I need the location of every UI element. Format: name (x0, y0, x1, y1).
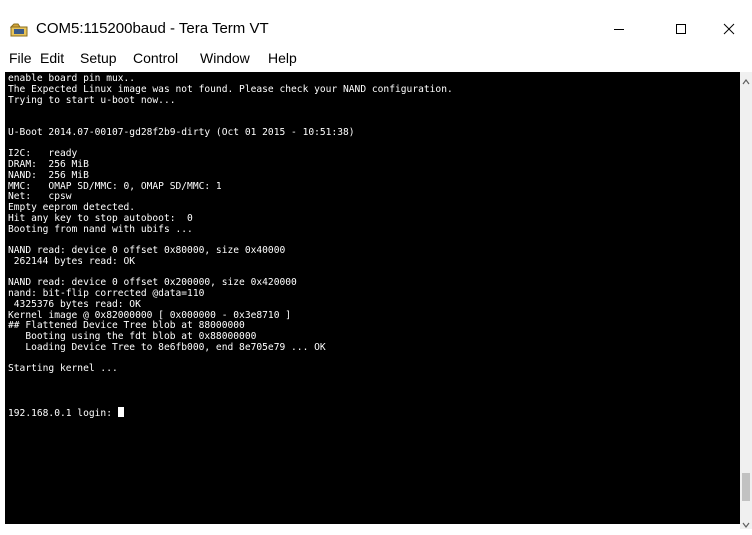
terminal-line: MMC: OMAP SD/MMC: 0, OMAP SD/MMC: 1 (8, 180, 222, 192)
terminal-line: Hit any key to stop autoboot: 0 (8, 212, 193, 224)
terminal-line: Kernel image @ 0x82000000 [ 0x000000 - 0… (8, 309, 292, 321)
terminal-line: Booting using the fdt blob at 0x88000000 (8, 331, 257, 342)
terminal-line: Booting from nand with ubifs ... (8, 223, 193, 235)
terminal-screen[interactable]: enable board pin mux.. The Expected Linu… (5, 72, 740, 524)
terminal-line: 262144 bytes read: OK (8, 255, 136, 267)
window-frame-bottom (0, 524, 740, 529)
terminal-line: NAND: 256 MiB (8, 169, 89, 181)
menu-help[interactable]: Help (268, 50, 297, 66)
minimize-button[interactable] (596, 14, 642, 44)
terminal-line: I2C: ready (8, 148, 78, 160)
menu-window[interactable]: Window (200, 50, 250, 66)
close-icon (723, 23, 735, 35)
window-title: COM5:115200baud - Tera Term VT (36, 20, 269, 37)
maximize-icon (676, 24, 686, 34)
terminal-line: enable board pin mux.. (8, 73, 136, 84)
terminal-line: 4325376 bytes read: OK (8, 298, 141, 310)
menu-control[interactable]: Control (133, 50, 178, 66)
terminal-line: NAND read: device 0 offset 0x200000, siz… (8, 277, 297, 289)
menu-file[interactable]: File (9, 50, 32, 66)
terminal-line: Loading Device Tree to 8e6fb000, end 8e7… (8, 341, 326, 353)
scrollbar-thumb[interactable] (742, 473, 750, 501)
terminal-output: enable board pin mux.. The Expected Linu… (5, 72, 740, 420)
terminal-line: DRAM: 256 MiB (8, 159, 89, 170)
scroll-up-arrow-icon[interactable] (741, 74, 751, 85)
terminal-line: nand: bit-flip corrected @data=110 (8, 288, 205, 299)
terminal-line: The Expected Linux image was not found. … (8, 83, 453, 95)
menu-edit[interactable]: Edit (40, 50, 64, 66)
close-button[interactable] (706, 14, 752, 44)
terminal-line: Empty eeprom detected. (8, 202, 136, 213)
terminal-line: U-Boot 2014.07-00107-gd28f2b9-dirty (Oct… (8, 126, 355, 138)
vertical-scrollbar[interactable] (740, 72, 752, 529)
terminal-line: ## Flattened Device Tree blob at 8800000… (8, 320, 245, 332)
title-bar[interactable]: COM5:115200baud - Tera Term VT (0, 0, 752, 44)
menu-bar: File Edit Setup Control Window Help (0, 44, 752, 72)
login-prompt: 192.168.0.1 login: (8, 408, 118, 420)
tera-term-icon[interactable] (9, 23, 28, 37)
tera-term-window: COM5:115200baud - Tera Term VT File Edit… (0, 0, 752, 529)
terminal-line: Trying to start u-boot now... (8, 94, 176, 106)
text-cursor (117, 407, 124, 418)
terminal-line: NAND read: device 0 offset 0x80000, size… (8, 245, 286, 256)
maximize-button[interactable] (658, 14, 704, 44)
menu-setup[interactable]: Setup (80, 50, 117, 66)
minimize-icon (614, 29, 624, 30)
terminal-line: Starting kernel ... (8, 363, 118, 375)
scroll-down-arrow-icon[interactable] (741, 517, 751, 528)
terminal-line: Net: cpsw (8, 191, 72, 203)
